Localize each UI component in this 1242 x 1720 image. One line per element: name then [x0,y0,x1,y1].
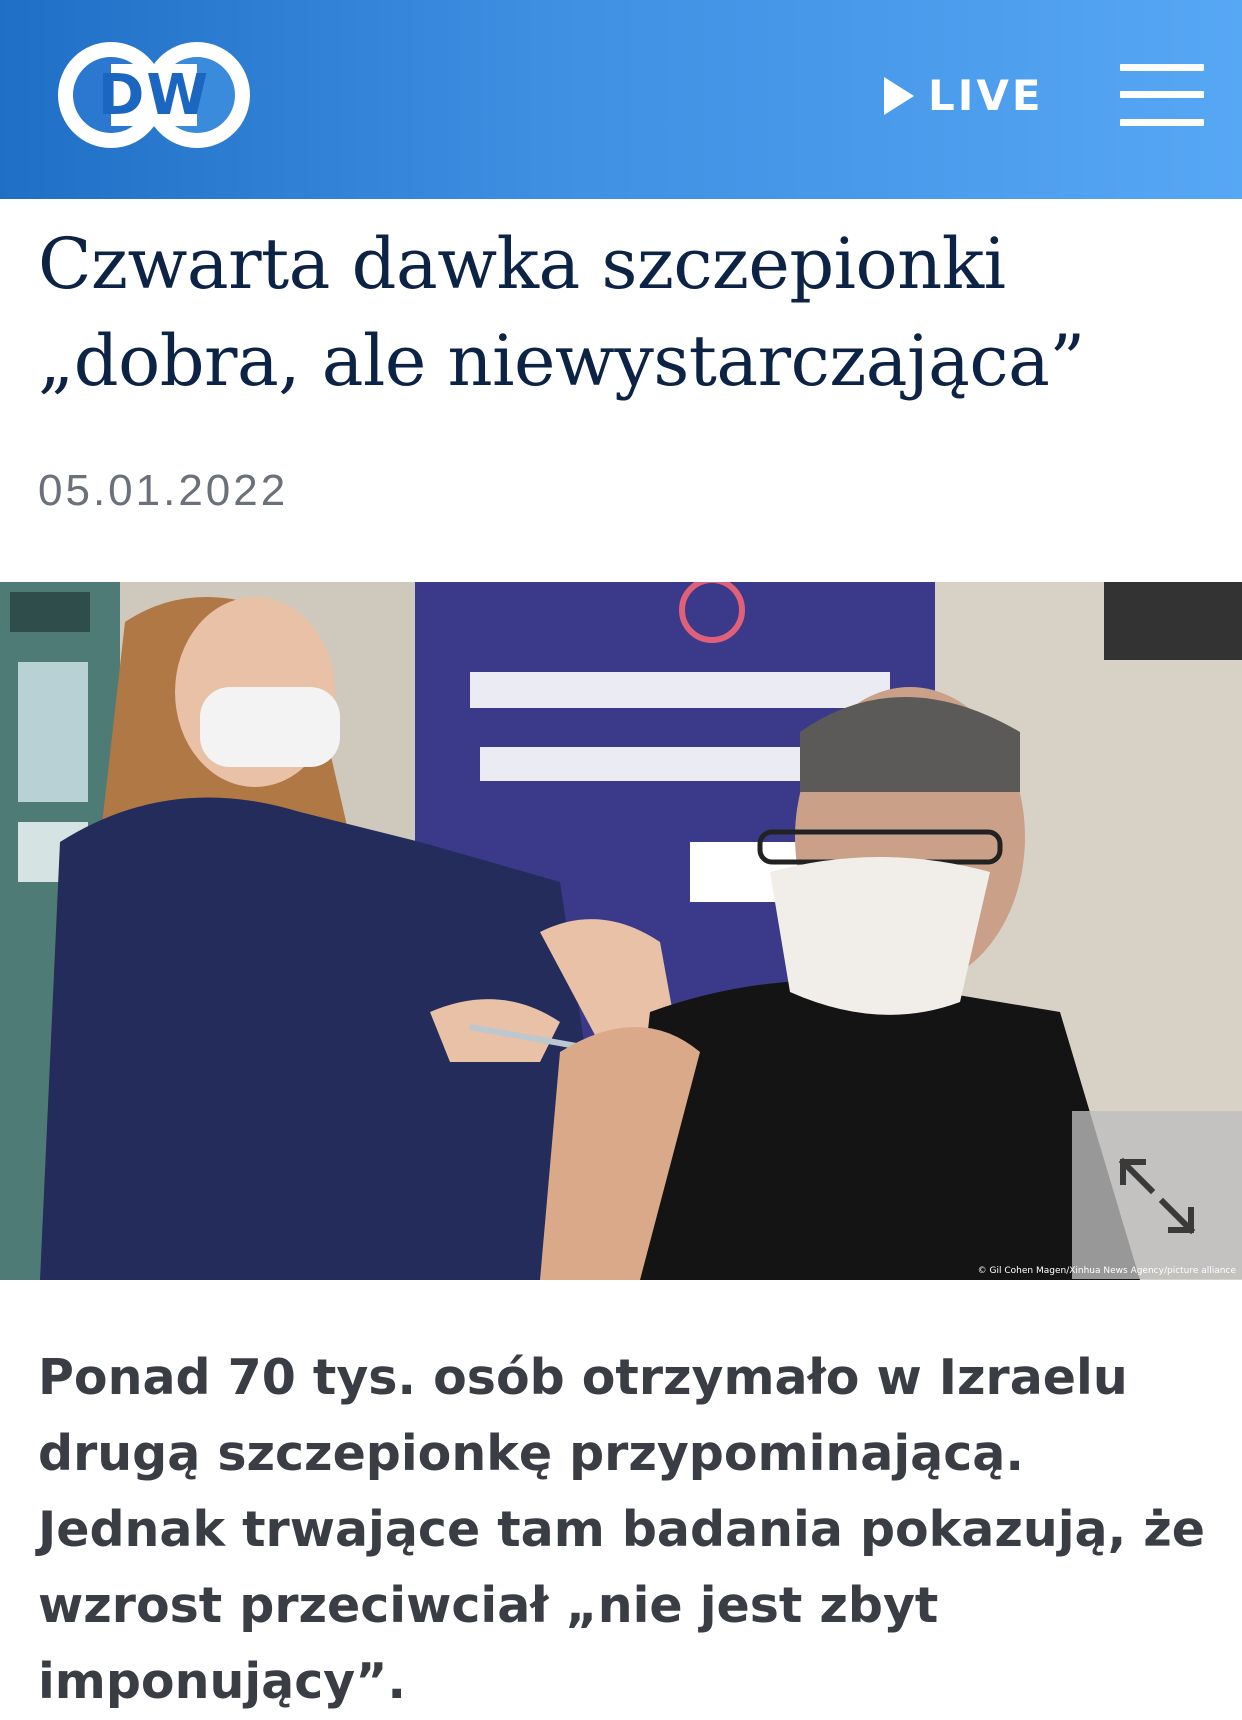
expand-photo-button[interactable] [1072,1111,1242,1279]
menu-line [1120,64,1204,71]
photo-credit: © Gil Cohen Magen/Xinhua News Agency/pic… [977,1266,1236,1276]
dw-logo[interactable]: DW [56,40,252,150]
live-button[interactable]: LIVE [884,68,1044,124]
article-headline: Czwarta dawka szczepionki „dobra, ale ni… [38,216,1208,410]
logo-text: DW [98,63,210,128]
expand-icon [1118,1157,1196,1235]
article-photo[interactable] [0,582,1242,1280]
headline-line-2: „dobra, ale niewystarczająca” [38,320,1085,402]
headline-line-1: Czwarta dawka szczepionki [38,223,1006,305]
article-lead: Ponad 70 tys. osób otrzymało w Izraelu d… [38,1349,1206,1710]
live-label: LIVE [928,71,1044,120]
menu-line [1120,119,1204,126]
play-icon [884,77,914,115]
vaccination-photo [0,582,1242,1280]
top-bar: DW LIVE [0,0,1242,199]
article-date: 05.01.2022 [38,466,289,515]
hamburger-menu-icon[interactable] [1120,64,1204,126]
menu-line [1120,91,1204,98]
